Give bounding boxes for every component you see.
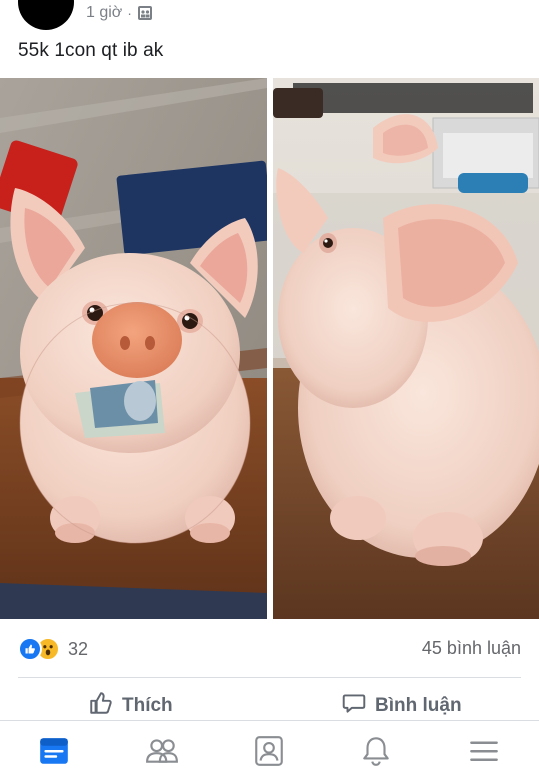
reaction-count: 32: [68, 638, 89, 659]
news-feed-icon: [37, 734, 71, 773]
avatar[interactable]: [18, 0, 74, 30]
comment-label: Bình luận: [375, 695, 462, 716]
tab-news-feed[interactable]: [34, 733, 74, 773]
like-label: Thích: [122, 695, 173, 716]
post-meta: 1 giờ ·: [86, 3, 153, 23]
like-reaction-icon: [18, 637, 42, 661]
reactions-summary[interactable]: 32: [18, 636, 88, 662]
post-caption: 55k 1con qt ib ak: [18, 40, 164, 61]
bottom-tab-bar: [0, 720, 539, 782]
tab-profile[interactable]: [249, 733, 289, 773]
comments-count[interactable]: 45 bình luận: [422, 638, 521, 659]
tab-notifications[interactable]: [356, 733, 396, 773]
divider: [18, 677, 521, 678]
tab-menu[interactable]: [464, 733, 504, 773]
friends-icon: [145, 734, 179, 773]
comment-bubble-icon: [341, 690, 367, 722]
menu-icon: [467, 734, 501, 773]
thumbs-up-icon: [88, 690, 114, 722]
post-time[interactable]: 1 giờ: [86, 4, 122, 22]
meta-separator: ·: [127, 5, 132, 21]
piggy-bank-front-photo[interactable]: [0, 78, 267, 619]
notifications-icon: [359, 734, 393, 773]
tab-friends[interactable]: [142, 733, 182, 773]
group-audience-icon: [137, 5, 153, 21]
piggy-bank-side-photo[interactable]: [273, 78, 539, 619]
profile-icon: [252, 734, 286, 773]
post-header: 1 giờ ·: [0, 0, 539, 30]
